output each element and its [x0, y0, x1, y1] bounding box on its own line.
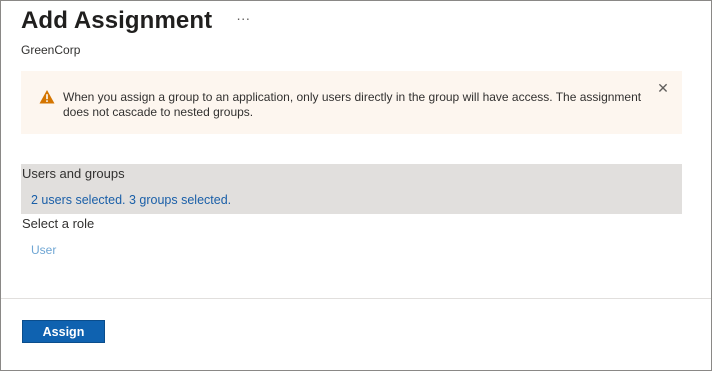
warning-icon [39, 89, 55, 105]
users-and-groups-label: Users and groups [22, 166, 125, 181]
select-role-label: Select a role [22, 216, 95, 231]
warning-banner: When you assign a group to an applicatio… [21, 71, 682, 134]
warning-message: When you assign a group to an applicatio… [63, 90, 642, 119]
add-assignment-pane: Add Assignment ··· GreenCorp When you as… [0, 0, 712, 371]
users-groups-selection-link[interactable]: 2 users selected. 3 groups selected. [31, 193, 231, 207]
more-options-button[interactable]: ··· [236, 8, 250, 28]
users-and-groups-section[interactable]: Users and groups 2 users selected. 3 gro… [21, 164, 682, 214]
footer-divider [1, 298, 711, 299]
page-title: Add Assignment [21, 7, 213, 34]
close-icon[interactable]: ✕ [656, 81, 670, 95]
assign-button[interactable]: Assign [22, 320, 105, 343]
role-value-link[interactable]: User [31, 243, 56, 257]
title-row: Add Assignment ··· [21, 5, 250, 37]
tenant-subtitle: GreenCorp [21, 43, 81, 57]
